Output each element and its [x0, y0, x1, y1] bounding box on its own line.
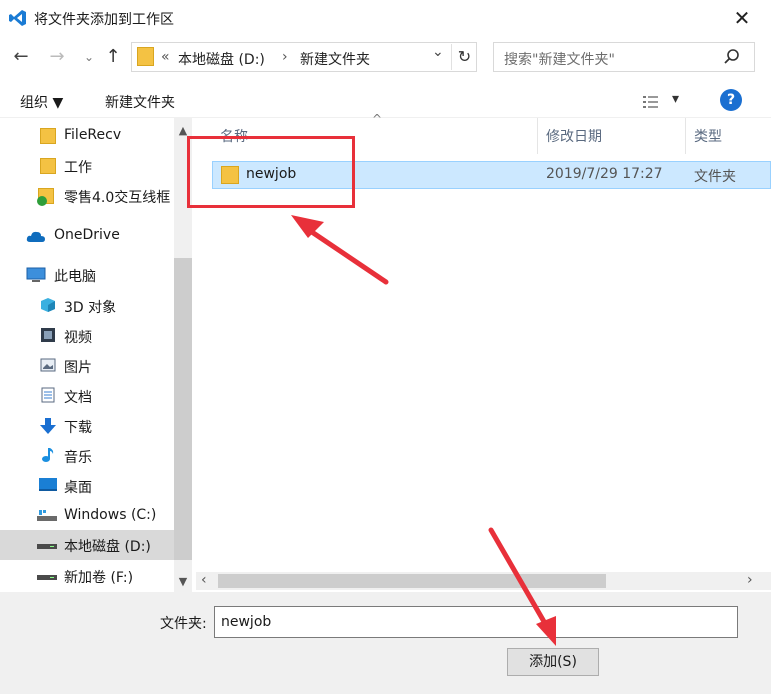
refresh-icon[interactable]: ↻ — [451, 44, 477, 70]
search-input[interactable]: 搜索"新建文件夹" — [504, 49, 615, 69]
add-button[interactable]: 添加(S) — [507, 648, 599, 676]
folder-icon — [137, 47, 154, 66]
cloud-icon — [26, 231, 45, 242]
folder-icon — [40, 158, 56, 174]
folder-name-field[interactable] — [214, 606, 738, 638]
scroll-left-icon[interactable]: ‹ — [201, 572, 207, 588]
organize-button[interactable]: 组织 ▼ — [20, 92, 63, 112]
nav-item-work[interactable]: 工作 — [0, 151, 174, 181]
forward-icon[interactable]: → — [44, 44, 70, 70]
recent-locations-icon[interactable]: ⌄ — [76, 44, 102, 70]
scroll-down-icon[interactable]: ▼ — [174, 575, 192, 588]
nav-item-pictures[interactable]: 图片 — [0, 351, 174, 381]
drive-icon — [37, 544, 57, 549]
drive-icon — [37, 510, 57, 521]
column-header-type[interactable]: 类型 — [694, 126, 722, 146]
nav-item-new-volume-f[interactable]: 新加卷 (F:) — [0, 561, 174, 591]
row-type: 文件夹 — [694, 169, 736, 185]
picture-icon — [40, 358, 56, 372]
folder-label: 文件夹: — [160, 616, 207, 632]
view-options-icon[interactable] — [642, 94, 660, 110]
nav-item-local-disk-d[interactable]: 本地磁盘 (D:) — [0, 530, 174, 560]
up-icon[interactable]: ↑ — [100, 44, 126, 70]
drive-icon — [37, 575, 57, 580]
column-header-date[interactable]: 修改日期 — [546, 126, 602, 146]
window-title: 将文件夹添加到工作区 — [34, 12, 174, 28]
computer-icon — [26, 267, 46, 282]
close-button[interactable]: ✕ — [728, 4, 756, 32]
nav-item-onedrive[interactable]: OneDrive — [0, 221, 174, 251]
help-icon[interactable]: ? — [720, 89, 742, 111]
breadcrumb-overflow[interactable]: « — [161, 49, 170, 65]
scroll-right-icon[interactable]: › — [747, 572, 753, 588]
nav-item-music[interactable]: 音乐 — [0, 441, 174, 471]
music-icon — [42, 448, 54, 462]
folder-sync-icon — [37, 188, 54, 206]
breadcrumb-separator: › — [282, 49, 288, 65]
nav-item-filerecv[interactable]: FileRecv — [0, 121, 174, 151]
view-dropdown-icon[interactable]: ▾ — [672, 91, 679, 107]
horizontal-scrollbar-thumb[interactable] — [218, 574, 606, 588]
annotation-highlight-box — [187, 136, 355, 208]
column-divider[interactable] — [685, 118, 686, 154]
row-date: 2019/7/29 17:27 — [546, 166, 663, 182]
back-icon[interactable]: ← — [8, 44, 34, 70]
address-dropdown-icon[interactable]: ⌄ — [432, 44, 444, 60]
nav-item-retail-wireframe[interactable]: 零售4.0交互线框 — [0, 181, 174, 211]
nav-scrollbar-thumb[interactable] — [174, 258, 192, 560]
folder-icon — [40, 128, 56, 144]
nav-item-this-pc[interactable]: 此电脑 — [0, 260, 174, 290]
new-folder-button[interactable]: 新建文件夹 — [105, 92, 175, 112]
document-icon — [41, 387, 55, 403]
search-icon[interactable] — [722, 47, 742, 67]
download-icon — [40, 418, 56, 434]
desktop-icon — [39, 478, 57, 491]
nav-item-3d-objects[interactable]: 3D 对象 — [0, 291, 174, 321]
nav-item-downloads[interactable]: 下载 — [0, 411, 174, 441]
video-icon — [41, 328, 55, 342]
vscode-icon — [9, 10, 26, 26]
breadcrumb-drive[interactable]: 本地磁盘 (D:) — [178, 49, 265, 69]
nav-item-desktop[interactable]: 桌面 — [0, 471, 174, 501]
sort-ascending-icon: ^ — [372, 112, 383, 126]
breadcrumb-folder[interactable]: 新建文件夹 — [300, 49, 370, 69]
column-divider[interactable] — [537, 118, 538, 154]
nav-item-videos[interactable]: 视频 — [0, 321, 174, 351]
nav-item-documents[interactable]: 文档 — [0, 381, 174, 411]
cube-icon — [41, 298, 55, 312]
nav-item-windows-c[interactable]: Windows (C:) — [0, 501, 174, 531]
